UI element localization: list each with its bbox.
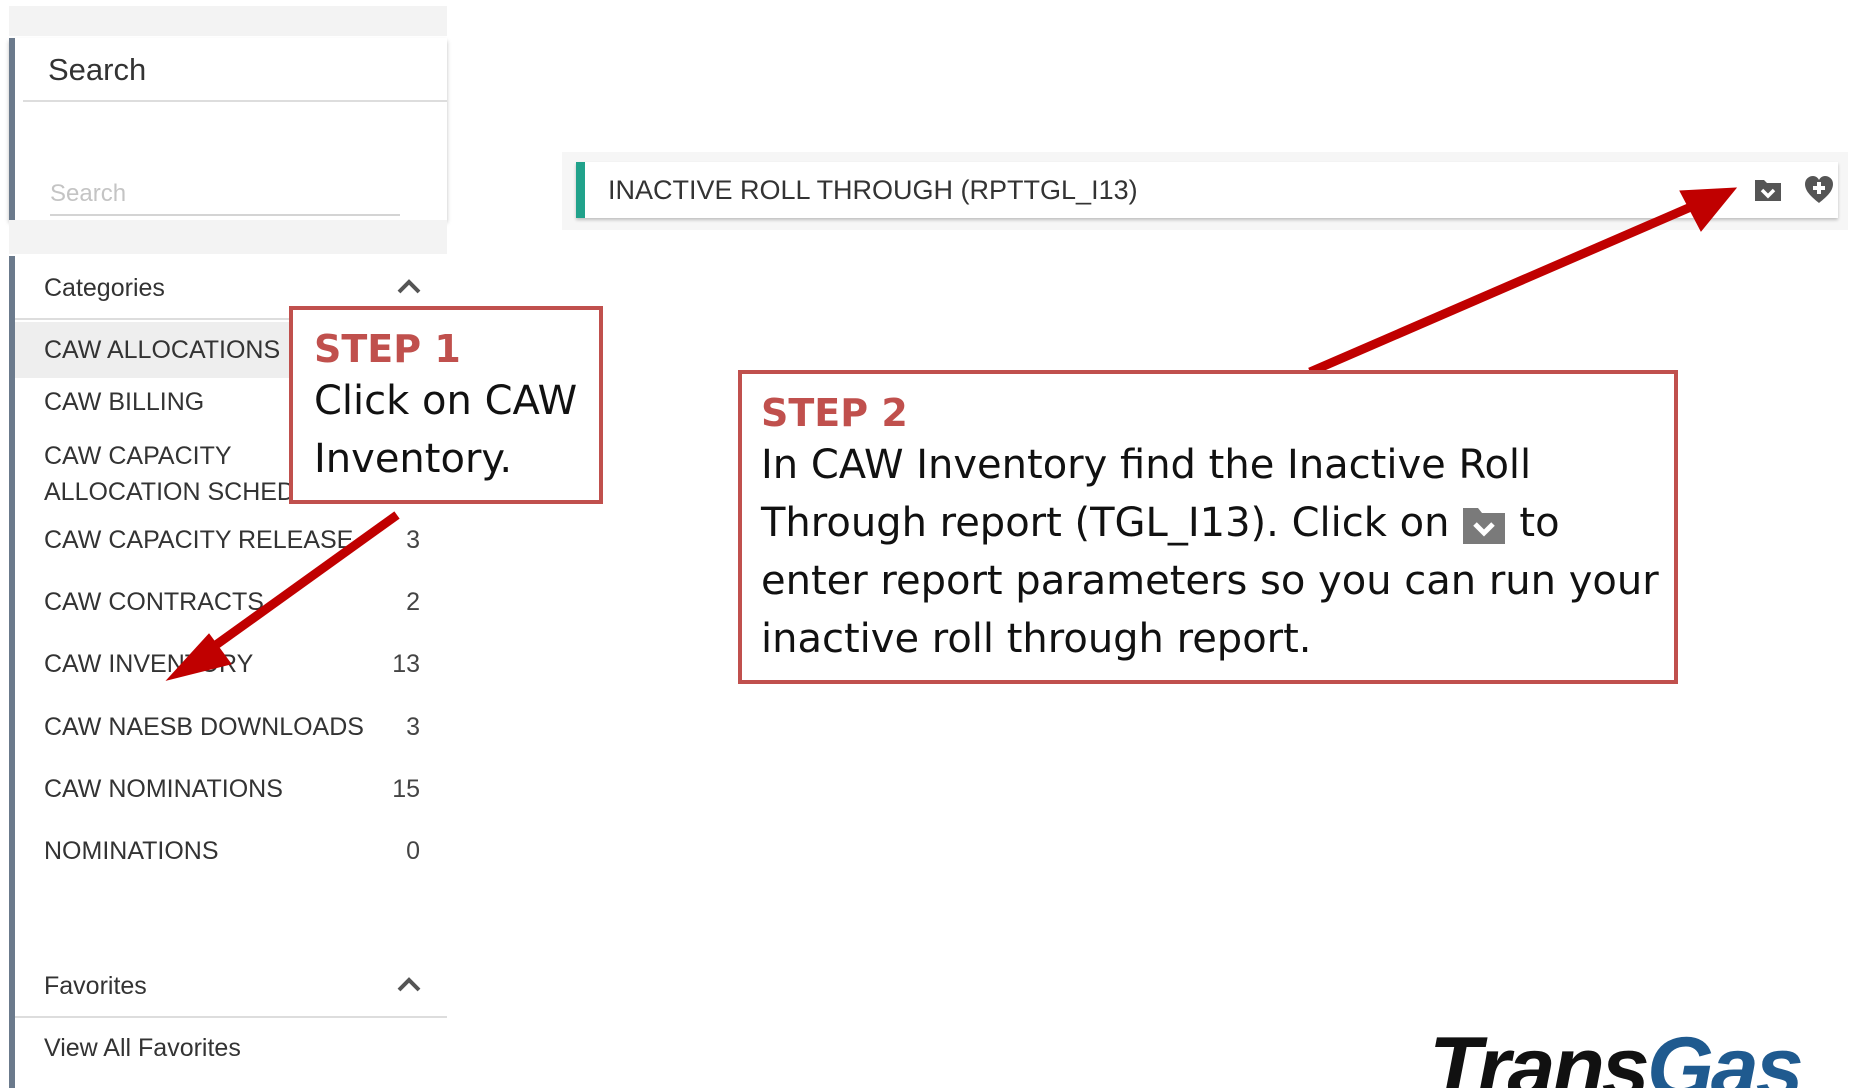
- view-all-favorites-link[interactable]: View All Favorites: [44, 1034, 241, 1063]
- chevron-up-icon[interactable]: [397, 278, 421, 294]
- step2-line2: Through report (TGL_I13). Click on to: [761, 494, 1674, 552]
- divider: [23, 100, 447, 102]
- step2-line2b: to: [1519, 500, 1560, 546]
- step2-line2a: Through report (TGL_I13). Click on: [761, 500, 1450, 546]
- report-item[interactable]: INACTIVE ROLL THROUGH (RPTTGL_I13): [576, 162, 1838, 218]
- folder-check-icon[interactable]: [1752, 174, 1784, 206]
- favorites-header[interactable]: Favorites: [15, 954, 447, 1018]
- search-panel: Search: [9, 38, 447, 220]
- heart-plus-icon[interactable]: [1803, 174, 1835, 206]
- category-label-line1: CAW CAPACITY: [44, 442, 232, 470]
- category-count: 2: [406, 588, 420, 616]
- step2-callout: STEP 2 In CAW Inventory find the Inactiv…: [738, 370, 1678, 684]
- category-count: 3: [406, 713, 420, 741]
- step2-line1: In CAW Inventory find the Inactive Roll: [761, 442, 1532, 488]
- category-count: 3: [406, 526, 420, 554]
- step1-heading: STEP 1: [314, 327, 461, 371]
- favorites-title: Favorites: [44, 972, 147, 1000]
- category-item-nominations[interactable]: NOMINATIONS 0: [15, 823, 447, 875]
- transgas-logo: Trans Gas: [1425, 1018, 1825, 1088]
- step1-line2: Inventory.: [314, 436, 513, 482]
- category-label: CAW CAPACITY RELEASE: [44, 526, 354, 554]
- logo-trans: Trans: [1429, 1020, 1650, 1088]
- chevron-up-icon[interactable]: [397, 976, 421, 992]
- panel-gap: [9, 220, 447, 254]
- step2-heading: STEP 2: [761, 391, 908, 435]
- categories-title: Categories: [44, 274, 165, 302]
- report-title: INACTIVE ROLL THROUGH (RPTTGL_I13): [608, 175, 1138, 205]
- category-label: CAW INVENTORY: [44, 650, 254, 678]
- search-input[interactable]: [50, 174, 400, 216]
- category-label: CAW ALLOCATIONS: [44, 336, 281, 364]
- category-count: 0: [406, 837, 420, 865]
- step2-line4: inactive roll through report.: [761, 616, 1312, 662]
- step2-line3: enter report parameters so you can run y…: [761, 558, 1659, 604]
- step1-callout: STEP 1 Click on CAW Inventory.: [289, 306, 603, 504]
- category-item-caw-capacity-release[interactable]: CAW CAPACITY RELEASE 3: [15, 512, 447, 564]
- category-item-caw-contracts[interactable]: CAW CONTRACTS 2: [15, 574, 447, 626]
- category-label: NOMINATIONS: [44, 837, 219, 865]
- top-strip: [9, 6, 447, 36]
- category-label: CAW NAESB DOWNLOADS: [44, 713, 364, 741]
- category-label: CAW CONTRACTS: [44, 588, 264, 616]
- logo-gas: Gas: [1647, 1020, 1804, 1088]
- step1-line1: Click on CAW: [314, 378, 578, 424]
- report-list: INACTIVE ROLL THROUGH (RPTTGL_I13): [562, 152, 1848, 230]
- category-item-caw-nominations[interactable]: CAW NOMINATIONS 15: [15, 761, 447, 813]
- folder-check-icon: [1463, 508, 1506, 544]
- search-panel-title: Search: [48, 52, 147, 87]
- category-label: CAW BILLING: [44, 388, 205, 416]
- category-count: 13: [392, 650, 420, 678]
- category-label: CAW NOMINATIONS: [44, 775, 283, 803]
- category-count: 15: [392, 775, 420, 803]
- category-item-caw-inventory[interactable]: CAW INVENTORY 13: [15, 636, 447, 688]
- category-item-caw-naesb-downloads[interactable]: CAW NAESB DOWNLOADS 3: [15, 699, 447, 751]
